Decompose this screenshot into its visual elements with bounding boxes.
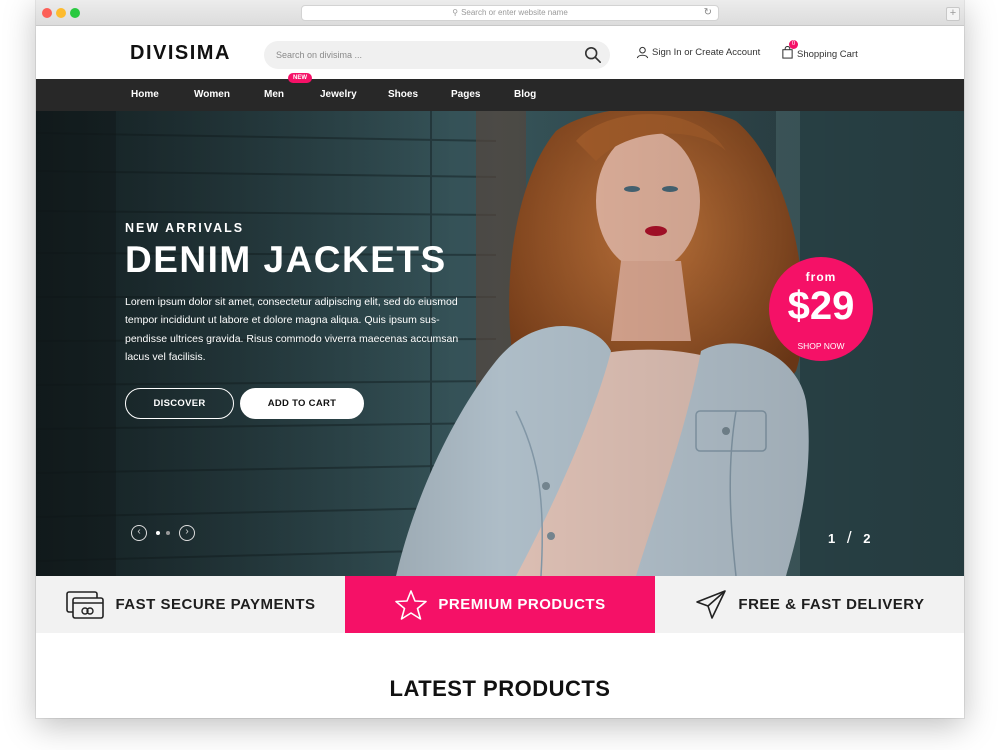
feature-label: FREE & FAST DELIVERY (738, 596, 925, 613)
shopping-cart-link[interactable]: 0 Shopping Cart (781, 40, 858, 62)
account-label: Sign In or Create Account (652, 47, 761, 58)
latest-products-heading: LATEST PRODUCTS (389, 676, 611, 701)
chevron-right-icon[interactable]: › (179, 525, 195, 541)
search-bar (264, 41, 610, 69)
nav-item-jewelry[interactable]: Jewelry (320, 79, 357, 111)
price-badge[interactable]: from $29 SHOP NOW (769, 257, 873, 361)
slide-current: 1 (828, 531, 836, 546)
slide-counter: 1 / 2 (828, 528, 870, 548)
close-window-button[interactable] (42, 8, 52, 18)
cart-icon-wrap: 0 (781, 40, 798, 62)
shop-now-link[interactable]: SHOP NOW (769, 341, 873, 351)
new-tab-button[interactable]: + (946, 7, 960, 21)
browser-window: ⚲ Search or enter website name ↻ + DIVISI… (36, 0, 964, 718)
nav-item-home[interactable]: Home (131, 79, 159, 111)
hero-title: DENIM JACKETS (125, 239, 447, 280)
hero-slider: NEW ARRIVALS DENIM JACKETS Lorem ipsum d… (36, 111, 964, 576)
search-input[interactable] (276, 41, 576, 69)
feature-premium-products: PREMIUM PRODUCTS (345, 576, 655, 633)
browser-toolbar: ⚲ Search or enter website name ↻ + (36, 0, 964, 26)
feature-free-delivery: FREE & FAST DELIVERY (655, 576, 964, 633)
credit-card-icon (66, 590, 105, 619)
user-icon (636, 46, 649, 59)
add-to-cart-button[interactable]: ADD TO CART (240, 388, 364, 419)
slide-dot[interactable] (166, 531, 170, 535)
hero-eyebrow: NEW ARRIVALS (125, 221, 245, 235)
nav-item-shoes[interactable]: Shoes (388, 79, 418, 111)
cart-label: Shopping Cart (797, 48, 858, 60)
slide-total: 2 (863, 531, 871, 546)
new-badge: NEW (288, 73, 312, 83)
nav-item-blog[interactable]: Blog (514, 79, 536, 111)
address-bar-placeholder: Search or enter website name (461, 8, 568, 17)
nav-item-women[interactable]: Women (194, 79, 230, 111)
reload-icon[interactable]: ↻ (704, 6, 712, 20)
minimize-window-button[interactable] (56, 8, 66, 18)
search-icon[interactable] (584, 46, 602, 64)
feature-label: PREMIUM PRODUCTS (438, 596, 606, 613)
slider-controls: ‹ › (131, 525, 195, 541)
discover-button[interactable]: DISCOVER (125, 388, 234, 419)
hero-description: Lorem ipsum dolor sit amet, consectetur … (125, 296, 459, 364)
cart-count-badge: 0 (789, 40, 798, 49)
nav-item-men[interactable]: Men (264, 79, 284, 111)
price-value: $29 (787, 284, 855, 328)
feature-label: FAST SECURE PAYMENTS (115, 596, 316, 613)
account-link[interactable]: Sign In or Create Account (636, 46, 760, 59)
chevron-left-icon[interactable]: ‹ (131, 525, 147, 541)
search-icon: ⚲ (452, 8, 459, 17)
site-logo[interactable]: DIVISIMA (130, 42, 231, 65)
address-bar[interactable]: ⚲ Search or enter website name ↻ (301, 5, 719, 21)
feature-secure-payments: FAST SECURE PAYMENTS (36, 576, 345, 633)
maximize-window-button[interactable] (70, 8, 80, 18)
price-from-label: from (805, 270, 837, 284)
site-header: DIVISIMA Sign In or Create Account 0 (36, 26, 964, 79)
slide-dot-active[interactable] (156, 531, 160, 535)
features-bar: FAST SECURE PAYMENTS PREMIUM PRODUCTS FR… (36, 576, 964, 633)
main-nav: Home Women Men Jewelry NEW Shoes Pages B… (36, 73, 964, 111)
nav-item-pages[interactable]: Pages (451, 79, 480, 111)
paper-plane-icon (696, 589, 727, 619)
slide-separator: / (846, 528, 852, 547)
star-icon (395, 589, 428, 620)
